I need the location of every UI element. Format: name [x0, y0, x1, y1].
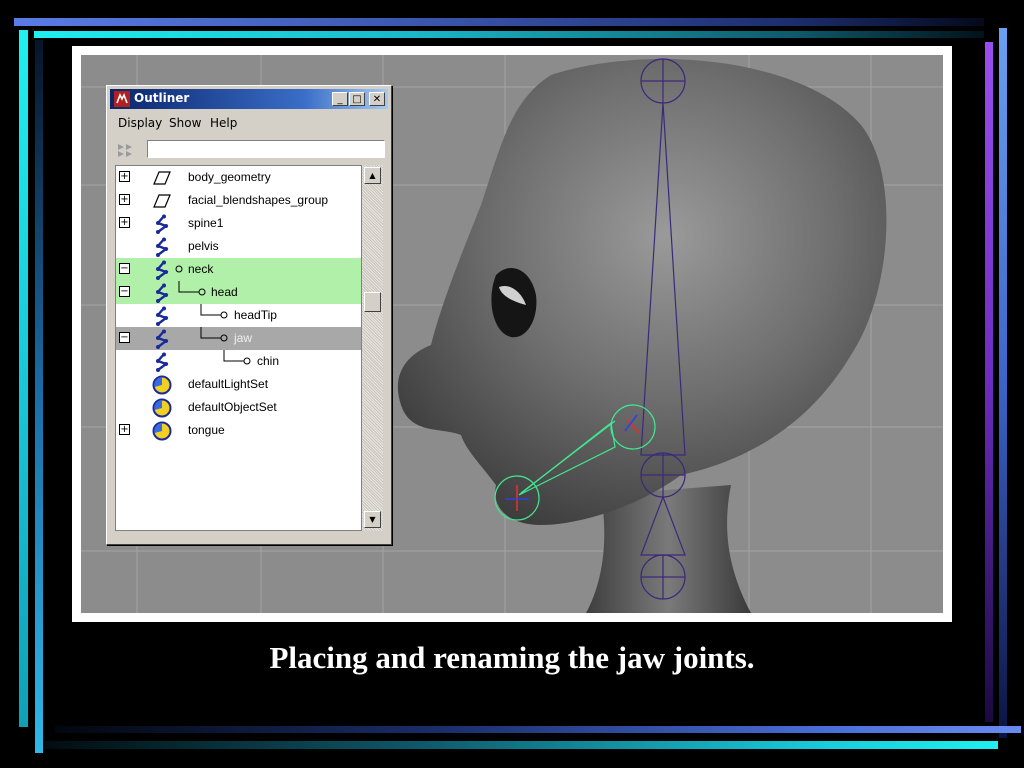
expand-icon[interactable]: +	[119, 171, 130, 182]
outliner-window[interactable]: Outliner _ □ ✕ Display Show Help + body_…	[106, 85, 392, 545]
top-accent-bar-blue	[14, 18, 984, 26]
arrow-up-icon: ▲	[369, 171, 376, 180]
list-item[interactable]: defaultLightSet	[116, 373, 361, 396]
outliner-title: Outliner	[134, 91, 190, 105]
item-label: headTip	[234, 308, 277, 322]
transform-icon	[153, 194, 171, 208]
joint-icon	[155, 260, 169, 280]
joint-icon	[155, 329, 169, 349]
left-accent-bar-cyan	[19, 30, 28, 727]
list-item[interactable]: − jaw	[116, 327, 361, 350]
list-item[interactable]: − neck	[116, 258, 361, 281]
bottom-accent-bar-cyan	[45, 741, 998, 749]
list-item[interactable]: + tongue	[116, 419, 361, 442]
joint-icon	[155, 306, 169, 326]
item-label: neck	[188, 262, 214, 276]
hierarchy-line-icon	[200, 304, 228, 319]
set-icon	[152, 398, 172, 418]
expand-icon[interactable]: +	[119, 194, 130, 205]
maya-app-icon	[114, 91, 130, 107]
scroll-up-button[interactable]: ▲	[364, 167, 381, 184]
list-item[interactable]: − head	[116, 281, 361, 304]
minimize-icon: _	[337, 94, 343, 105]
arrow-down-icon: ▼	[369, 515, 376, 524]
menu-display[interactable]: Display	[118, 116, 162, 130]
list-item[interactable]: chin	[116, 350, 361, 373]
close-button[interactable]: ✕	[369, 92, 385, 106]
item-label: chin	[257, 354, 280, 368]
outliner-menubar: Display Show Help	[110, 113, 388, 133]
list-item[interactable]: headTip	[116, 304, 361, 327]
right-accent-bar-purple	[985, 42, 993, 722]
item-label: jaw	[234, 331, 253, 345]
close-icon: ✕	[372, 94, 382, 105]
joint-icon	[155, 214, 169, 234]
collapse-icon[interactable]: −	[119, 263, 130, 274]
hierarchy-line-icon	[178, 281, 206, 296]
filter-arrows-icon[interactable]	[116, 141, 140, 159]
top-accent-bar-cyan	[34, 31, 984, 38]
item-label: spine1	[188, 216, 224, 230]
list-item[interactable]: defaultObjectSet	[116, 396, 361, 419]
item-label: tongue	[188, 423, 225, 437]
right-accent-bar-blue	[999, 28, 1007, 738]
menu-help[interactable]: Help	[210, 116, 237, 130]
transform-icon	[153, 171, 171, 185]
outliner-scrollbar[interactable]: ▲ ▼	[362, 165, 383, 531]
outliner-titlebar[interactable]: Outliner _ □ ✕	[110, 89, 388, 109]
scroll-down-button[interactable]: ▼	[364, 511, 381, 528]
collapse-icon[interactable]: −	[119, 332, 130, 343]
collapse-icon[interactable]: −	[119, 286, 130, 297]
set-icon	[152, 421, 172, 441]
joint-icon	[155, 283, 169, 303]
filter-input[interactable]	[147, 140, 385, 158]
minimize-button[interactable]: _	[332, 92, 348, 106]
outliner-list: + body_geometry + facial_blendshapes_gro…	[115, 165, 362, 531]
menu-show[interactable]: Show	[169, 116, 201, 130]
item-label: body_geometry	[188, 170, 271, 184]
item-label: facial_blendshapes_group	[188, 193, 329, 207]
item-label: defaultLightSet	[188, 377, 269, 391]
list-item[interactable]: + body_geometry	[116, 166, 361, 189]
expand-icon[interactable]: +	[119, 217, 130, 228]
maximize-icon: □	[352, 94, 362, 105]
item-label: head	[211, 285, 238, 299]
expand-icon[interactable]: +	[119, 424, 130, 435]
outliner-filterbar	[110, 138, 388, 162]
joint-icon	[155, 352, 169, 372]
list-item[interactable]: pelvis	[116, 235, 361, 258]
slide-caption: Placing and renaming the jaw joints.	[269, 640, 755, 675]
bottom-accent-bar-blue	[55, 726, 1021, 733]
hierarchy-line-icon	[200, 327, 228, 342]
list-item[interactable]: + spine1	[116, 212, 361, 235]
set-icon	[152, 375, 172, 395]
joint-icon	[155, 237, 169, 257]
list-item[interactable]: + facial_blendshapes_group	[116, 189, 361, 212]
scroll-thumb[interactable]	[364, 292, 381, 312]
maximize-button[interactable]: □	[349, 92, 365, 106]
item-label: defaultObjectSet	[188, 400, 277, 414]
joint-node-icon	[175, 265, 183, 273]
hierarchy-line-icon	[223, 350, 251, 365]
item-label: pelvis	[188, 239, 219, 253]
